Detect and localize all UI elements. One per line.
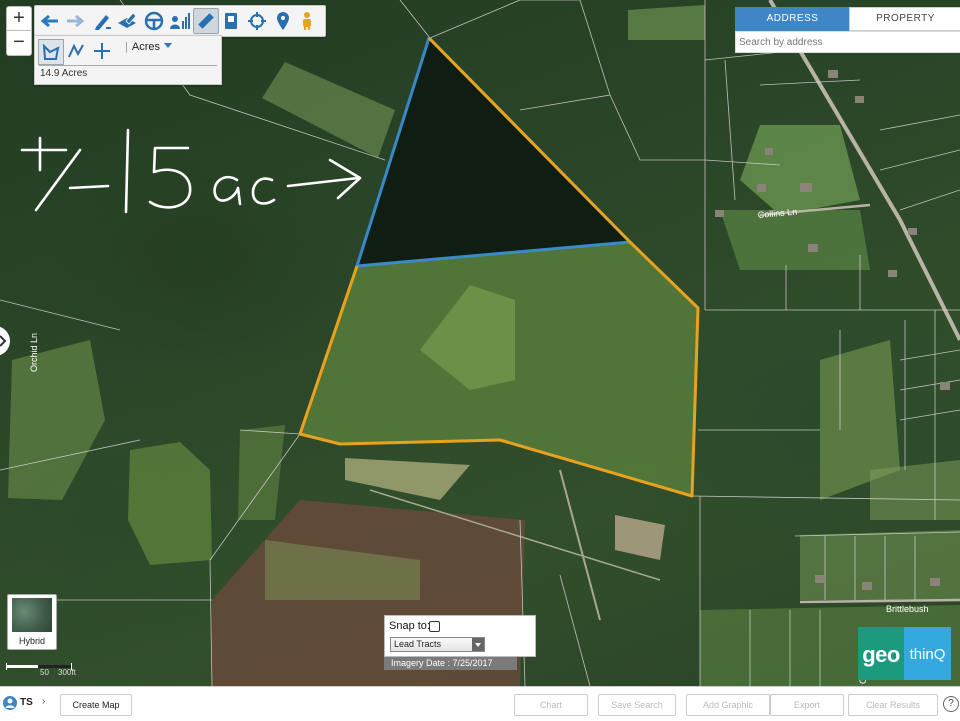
units-dropdown[interactable]: | Acres	[125, 41, 172, 53]
measure-divider	[39, 65, 217, 66]
steering-wheel-icon[interactable]	[142, 9, 166, 33]
map-canvas[interactable]: Orchid Ln Collins Ln Brittlebush Orch	[0, 0, 960, 686]
chevron-down-icon	[472, 638, 484, 651]
snap-layer-select[interactable]: Lead Tracts	[390, 637, 485, 652]
phone-book-icon[interactable]	[219, 9, 243, 33]
basemap-toggle[interactable]: Hybrid	[7, 594, 57, 650]
people-chart-icon[interactable]	[168, 9, 192, 33]
basemap-thumbnail	[12, 598, 52, 632]
search-input[interactable]	[735, 31, 960, 53]
road-label-orchid: Orchid Ln	[29, 333, 39, 372]
field-patch	[800, 530, 960, 600]
field-patch	[628, 5, 705, 40]
units-divider: |	[125, 41, 128, 53]
zoom-in-button[interactable]: +	[6, 6, 32, 32]
back-arrow-icon[interactable]	[38, 9, 62, 33]
user-initials[interactable]: TS	[20, 697, 33, 708]
chevron-right-icon	[0, 335, 7, 347]
map-imagery: Orchid Ln Collins Ln Brittlebush Orch	[0, 0, 960, 686]
tab-property[interactable]: PROPERTY	[849, 7, 960, 31]
pegman-street-view-icon[interactable]	[295, 9, 319, 33]
scale-label-300ft: 300ft	[58, 668, 76, 677]
field-patch	[128, 442, 212, 565]
snap-checkbox[interactable]	[429, 621, 440, 632]
line-measure-icon[interactable]	[64, 39, 88, 63]
polygon-measure-icon[interactable]	[38, 39, 64, 65]
zoom-out-button[interactable]: −	[6, 30, 32, 56]
imagery-date: Imagery Date : 7/25/2017	[384, 657, 517, 670]
measure-result: 14.9 Acres	[40, 68, 88, 79]
field-patch	[615, 515, 665, 560]
ruler-measure-icon[interactable]	[193, 8, 219, 34]
scale-bar: 50 300ft	[6, 660, 76, 678]
chevron-down-icon	[163, 43, 172, 48]
road	[799, 598, 960, 604]
field-patch	[740, 125, 860, 215]
logo-geo: geo	[858, 627, 904, 680]
field-patch	[262, 62, 395, 158]
map-toolbar	[34, 5, 326, 37]
measure-panel: | Acres 14.9 Acres	[34, 35, 222, 85]
point-measure-icon[interactable]	[90, 39, 114, 63]
forward-arrow-icon[interactable]	[63, 9, 87, 33]
scale-label-50: 50	[40, 668, 49, 677]
clear-results-button[interactable]: Clear Results	[848, 694, 938, 716]
selection-triangle	[354, 35, 634, 268]
field-patch	[870, 460, 960, 520]
search-widget: ADDRESS PROPERTY	[735, 7, 960, 53]
help-icon[interactable]: ?	[943, 696, 959, 712]
pen-draw-icon[interactable]	[90, 9, 114, 33]
units-value: Acres	[131, 41, 160, 53]
export-button[interactable]: Export	[770, 694, 844, 716]
field-patch	[238, 425, 285, 520]
snap-panel: Snap to: Lead Tracts	[384, 615, 536, 657]
bottom-action-bar: TS › Create Map Chart Save Search Add Gr…	[0, 686, 960, 721]
add-graphic-button[interactable]: Add Graphic	[686, 694, 770, 716]
road-label-brittlebush: Brittlebush	[886, 604, 929, 614]
snap-layer-value: Lead Tracts	[394, 639, 442, 649]
field-patch	[720, 210, 870, 270]
user-avatar-icon[interactable]	[3, 696, 17, 710]
geothinq-logo: geo thinQ	[858, 627, 951, 680]
map-pin-icon[interactable]	[271, 9, 295, 33]
save-search-button[interactable]: Save Search	[598, 694, 676, 716]
field-patch	[8, 340, 105, 500]
layers-pen-icon[interactable]	[115, 9, 139, 33]
chart-button[interactable]: Chart	[514, 694, 588, 716]
create-map-button[interactable]: Create Map	[60, 694, 132, 716]
basemap-label: Hybrid	[18, 636, 45, 646]
handwritten-annotation	[20, 128, 362, 214]
tab-address[interactable]: ADDRESS	[735, 7, 850, 31]
logo-thinq: thinQ	[904, 627, 951, 680]
field-patch	[345, 458, 470, 500]
user-menu-chevron-icon[interactable]: ›	[42, 696, 45, 707]
snap-label: Snap to:	[389, 620, 430, 632]
crosshair-locate-icon[interactable]	[245, 9, 269, 33]
